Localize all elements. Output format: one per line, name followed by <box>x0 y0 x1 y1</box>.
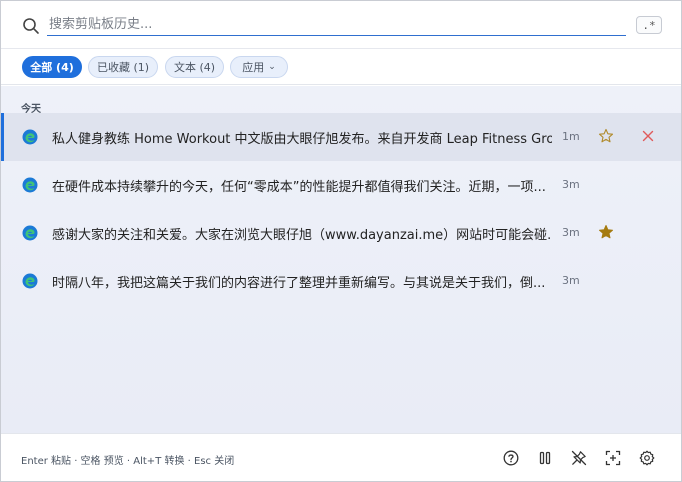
filter-chip-text[interactable]: 文本 (4) <box>165 56 224 78</box>
list-item[interactable]: 在硬件成本持续攀升的今天，任何“零成本”的性能提升都值得我们关注。近期，一项..… <box>1 161 681 209</box>
close-icon[interactable] <box>641 129 655 143</box>
item-text: 感谢大家的关注和关爱。大家在浏览大眼仔旭（www.dayanzai.me）网站时… <box>52 228 552 243</box>
item-text: 在硬件成本持续攀升的今天，任何“零成本”的性能提升都值得我们关注。近期，一项..… <box>52 180 546 195</box>
filter-chip-label: 已收藏 (1) <box>96 61 150 74</box>
unpin-icon[interactable] <box>571 450 587 466</box>
settings-icon[interactable] <box>639 450 655 466</box>
edge-browser-icon <box>22 225 38 241</box>
search-bar: .* <box>1 1 681 49</box>
filter-chip-label: 全部 (4) <box>30 61 74 74</box>
help-icon[interactable] <box>503 450 519 466</box>
filter-chip-label: 应用 <box>242 61 265 74</box>
star-outline-icon[interactable] <box>598 128 614 144</box>
clip-list: 今天 私人健身教练 Home Workout 中文版由大眼仔旭发布。来自开发商 … <box>1 86 681 433</box>
filter-chip-all[interactable]: 全部 (4) <box>22 56 82 78</box>
search-icon <box>23 18 39 34</box>
item-text: 时隔八年，我把这篇关于我们的内容进行了整理并重新编写。与其说是关于我们，倒... <box>52 276 546 291</box>
keyboard-hint: Enter 粘贴 · 空格 预览 · Alt+T 转换 · Esc 关闭 <box>21 456 235 467</box>
item-time: 1m <box>562 130 580 143</box>
filter-chip-apps[interactable]: 应用 ⌄ <box>230 56 288 78</box>
edge-browser-icon <box>22 129 38 145</box>
screenshot-icon[interactable] <box>605 450 621 466</box>
filter-bar: 全部 (4) 已收藏 (1) 文本 (4) 应用 ⌄ <box>1 49 681 85</box>
filter-chip-label: 文本 (4) <box>173 61 216 74</box>
item-time: 3m <box>562 178 580 191</box>
chevron-down-icon: ⌄ <box>268 62 276 72</box>
search-input[interactable] <box>47 14 626 36</box>
edge-browser-icon <box>22 273 38 289</box>
list-item[interactable]: 时隔八年，我把这篇关于我们的内容进行了整理并重新编写。与其说是关于我们，倒...… <box>1 257 681 305</box>
filter-chip-favorites[interactable]: 已收藏 (1) <box>88 56 158 78</box>
list-item[interactable]: 私人健身教练 Home Workout 中文版由大眼仔旭发布。来自开发商 Lea… <box>1 113 681 161</box>
item-time: 3m <box>562 274 580 287</box>
item-time: 3m <box>562 226 580 239</box>
clipboard-history-window: .* 全部 (4) 已收藏 (1) 文本 (4) 应用 ⌄ 今天 私人健身教练 … <box>0 0 682 482</box>
pause-icon[interactable] <box>537 450 553 466</box>
regex-toggle-button[interactable]: .* <box>636 16 662 34</box>
star-filled-icon[interactable] <box>598 224 614 240</box>
item-text: 私人健身教练 Home Workout 中文版由大眼仔旭发布。来自开发商 Lea… <box>52 132 552 147</box>
list-item[interactable]: 感谢大家的关注和关爱。大家在浏览大眼仔旭（www.dayanzai.me）网站时… <box>1 209 681 257</box>
edge-browser-icon <box>22 177 38 193</box>
footer-bar: Enter 粘贴 · 空格 预览 · Alt+T 转换 · Esc 关闭 <box>1 433 681 481</box>
